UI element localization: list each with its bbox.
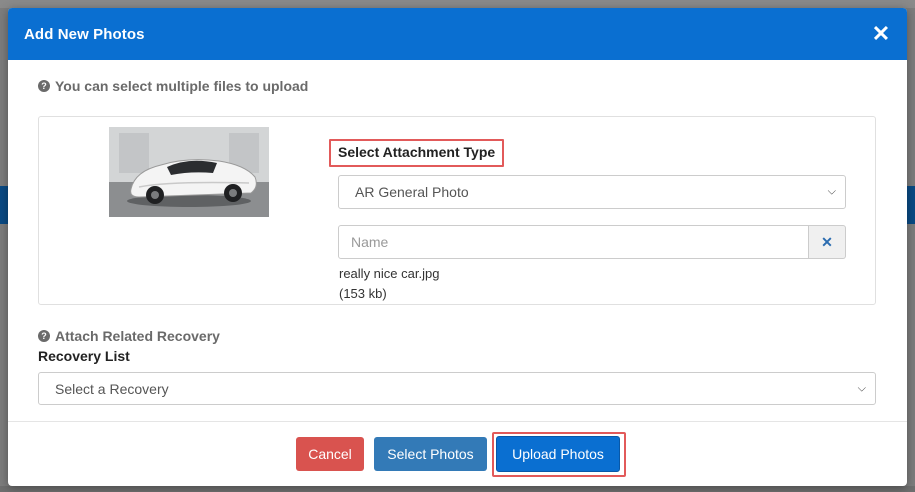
- background-bar-left: [0, 186, 8, 224]
- clear-name-button[interactable]: ✕: [809, 225, 846, 259]
- file-size: (153 kb): [339, 286, 387, 301]
- modal-header: Add New Photos ✕: [8, 8, 907, 60]
- modal-title: Add New Photos: [24, 25, 145, 43]
- recovery-hint: ? Attach Related Recovery: [38, 328, 220, 344]
- name-input[interactable]: [338, 225, 809, 259]
- background-page-top: [0, 0, 915, 8]
- footer-divider: [8, 421, 907, 422]
- upload-hint-text: You can select multiple files to upload: [55, 78, 309, 94]
- upload-photos-button[interactable]: Upload Photos: [496, 436, 620, 472]
- background-bar-right: [906, 186, 915, 224]
- file-name: really nice car.jpg: [339, 266, 440, 281]
- attachment-type-label-highlight: Select Attachment Type: [329, 139, 505, 167]
- recovery-select[interactable]: Select a Recovery ⌵: [38, 372, 876, 405]
- chevron-down-icon: ⌵: [857, 382, 866, 394]
- background-page-bottom: [0, 486, 915, 492]
- recovery-selected: Select a Recovery: [55, 380, 169, 397]
- recovery-list-label: Recovery List: [38, 348, 130, 364]
- attachment-card: Select Attachment Type AR General Photo …: [38, 116, 876, 305]
- chevron-down-icon: ⌵: [827, 185, 836, 198]
- attachment-type-selected: AR General Photo: [355, 184, 469, 200]
- question-circle-icon: ?: [38, 330, 50, 342]
- car-photo-thumbnail: [109, 127, 269, 217]
- attachment-type-select[interactable]: AR General Photo ⌵: [338, 175, 846, 209]
- upload-hint: ? You can select multiple files to uploa…: [38, 78, 308, 94]
- cancel-button[interactable]: Cancel: [296, 437, 364, 471]
- select-photos-button[interactable]: Select Photos: [374, 437, 487, 471]
- add-photos-modal: Add New Photos ✕ ? You can select multip…: [8, 8, 907, 486]
- question-circle-icon: ?: [38, 80, 50, 92]
- recovery-hint-text: Attach Related Recovery: [55, 328, 220, 344]
- name-input-group: ✕: [338, 225, 846, 259]
- close-icon[interactable]: ✕: [871, 23, 891, 45]
- attachment-type-label: Select Attachment Type: [338, 144, 496, 160]
